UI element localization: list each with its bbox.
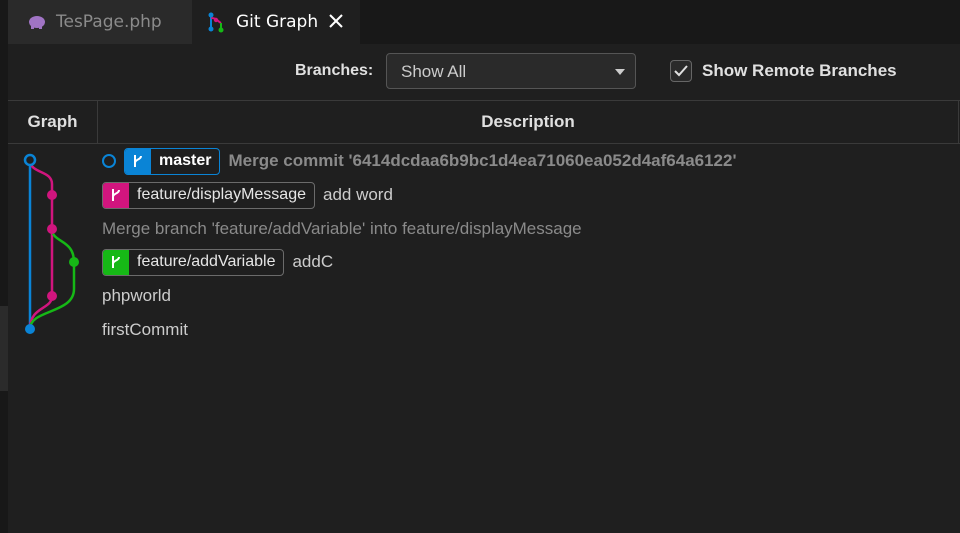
php-elephant-icon — [26, 11, 48, 33]
branch-label-feature-addvariable[interactable]: feature/addVariable — [102, 248, 285, 276]
checkmark-icon — [674, 65, 688, 77]
commit-row[interactable]: feature/displayMessage add word — [102, 180, 393, 210]
commit-row[interactable]: firstCommit — [102, 315, 188, 345]
tab-label: TesPage.php — [56, 12, 162, 32]
commit-row[interactable]: Merge branch 'feature/addVariable' into … — [102, 214, 582, 244]
commit-node-addc[interactable] — [69, 257, 79, 267]
branches-label: Branches: — [295, 62, 374, 79]
commit-row[interactable]: master Merge commit '6414dcdaa6b9bc1d4ea… — [102, 146, 737, 176]
graph-line-feature-displaymessage — [28, 159, 54, 330]
git-graph-icon — [206, 11, 228, 33]
commit-graph — [23, 153, 79, 334]
commit-node-add-word[interactable] — [47, 190, 57, 200]
commit-message: addC — [292, 252, 334, 271]
commit-row[interactable]: phpworld — [102, 281, 171, 311]
branch-name: feature/addVariable — [137, 253, 276, 270]
scrollbar-thumb[interactable] — [0, 306, 8, 391]
head-indicator-icon — [102, 154, 116, 168]
commit-row[interactable]: feature/addVariable addC — [102, 247, 333, 277]
close-icon[interactable] — [326, 10, 346, 32]
column-header-graph[interactable]: Graph — [8, 101, 98, 143]
commit-message: firstCommit — [102, 320, 188, 339]
controls-bar: Branches: Show All Show Remote Branches — [8, 44, 960, 100]
commit-message: phpworld — [102, 286, 171, 305]
commit-message: Merge commit '6414dcdaa6b9bc1d4ea71060ea… — [228, 151, 737, 170]
branch-icon — [103, 182, 129, 208]
branch-label-feature-displaymessage[interactable]: feature/displayMessage — [102, 181, 315, 209]
left-edge — [0, 44, 8, 533]
commit-message: Merge branch 'feature/addVariable' into … — [102, 219, 582, 238]
commit-node-firstcommit[interactable] — [25, 324, 35, 334]
tab-git-graph[interactable]: Git Graph — [192, 0, 360, 44]
chevron-down-icon — [615, 69, 625, 75]
tab-bar: TesPage.php Git Graph — [0, 0, 960, 44]
commit-node-master[interactable] — [23, 153, 37, 167]
commit-node-phpworld[interactable] — [47, 291, 57, 301]
branch-name: feature/displayMessage — [137, 186, 306, 203]
commit-node-merge-branch[interactable] — [47, 224, 57, 234]
commit-message: add word — [322, 185, 393, 204]
column-header-description[interactable]: Description — [98, 101, 959, 143]
branch-icon — [125, 148, 151, 174]
tab-label: Git Graph — [236, 12, 319, 32]
show-remote-label: Show Remote Branches — [702, 61, 897, 80]
branches-dropdown-value: Show All — [401, 62, 467, 81]
show-remote-branches-toggle[interactable]: Show Remote Branches — [670, 59, 897, 83]
tab-tespage[interactable]: TesPage.php — [8, 0, 192, 44]
show-remote-checkbox[interactable] — [670, 60, 692, 82]
branch-icon — [103, 249, 129, 275]
branches-dropdown[interactable]: Show All — [386, 53, 636, 89]
branch-label-master[interactable]: master — [124, 147, 221, 175]
table-header: Graph Description — [8, 100, 960, 144]
branch-name: master — [159, 152, 212, 169]
